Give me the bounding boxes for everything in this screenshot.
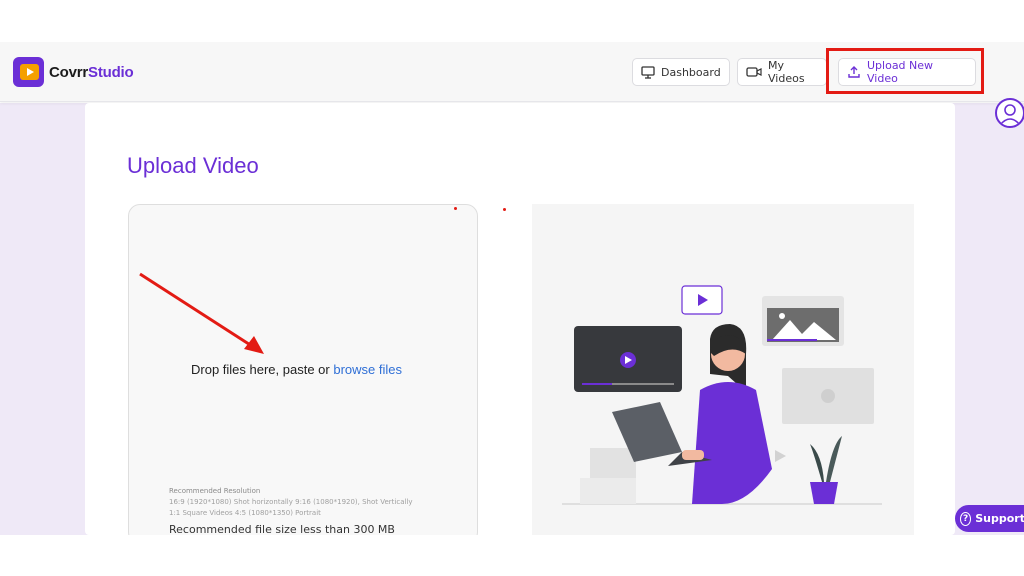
app-screen: CovrrStudio Dashboard My Videos Upload N… [0, 0, 1024, 576]
support-label: Support [975, 512, 1024, 525]
question-icon: ? [960, 511, 972, 526]
drop-instructions: Drop files here, paste or browse files [191, 362, 402, 377]
recommended-resolution-line: 1:1 Square Videos 4:5 (1080*1350) Portra… [169, 509, 321, 517]
browse-files-link[interactable]: browse files [333, 362, 402, 377]
recommended-resolution-heading: Recommended Resolution [169, 487, 261, 495]
support-button[interactable]: ? Support [955, 505, 1024, 532]
bottom-margin [0, 535, 1024, 576]
upload-illustration [532, 204, 914, 535]
recommended-resolution-line: 16:9 (1920*1080) Shot horizontally 9:16 … [169, 498, 413, 506]
drop-instructions-text: Drop files here, paste or [191, 362, 334, 377]
